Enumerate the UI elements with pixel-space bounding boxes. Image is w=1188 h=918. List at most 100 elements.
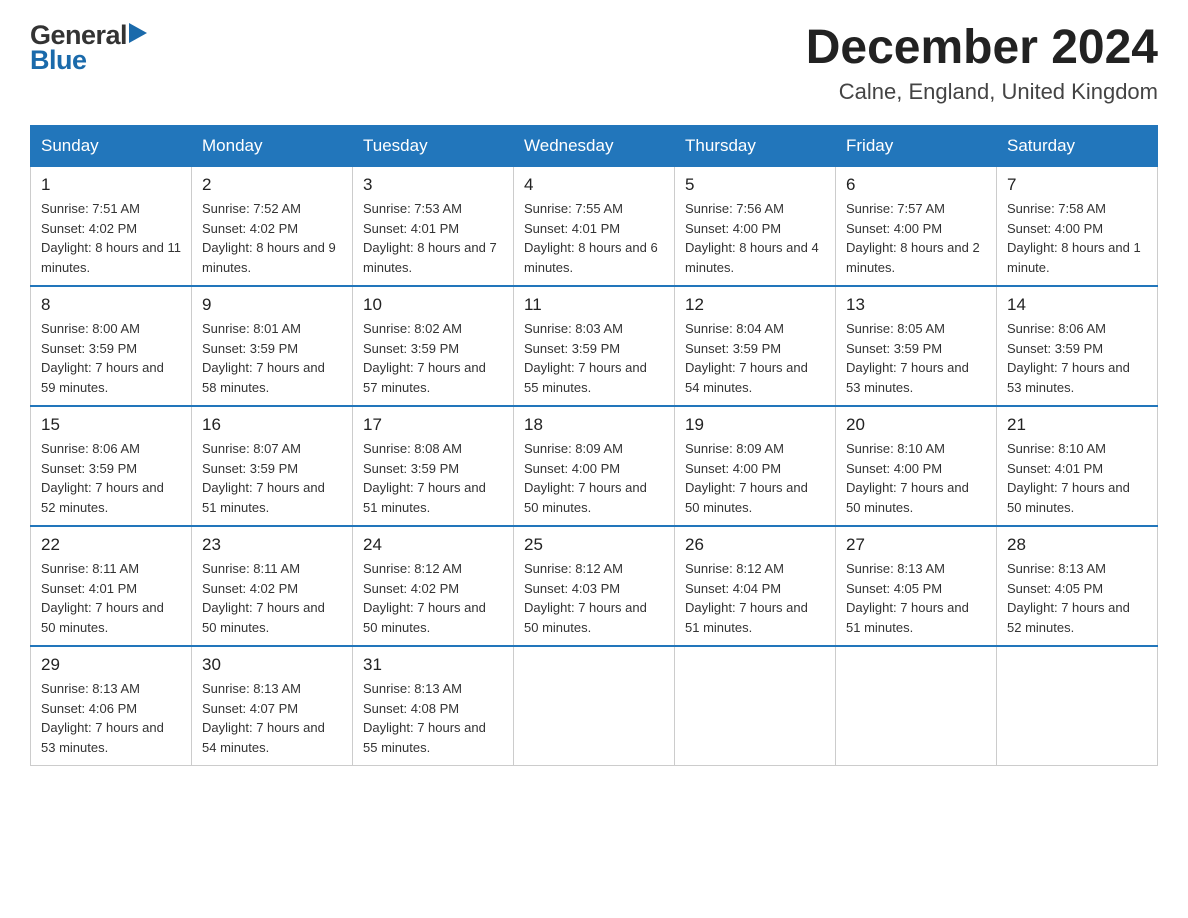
- day-number: 17: [363, 415, 503, 435]
- day-info: Sunrise: 7:56 AM Sunset: 4:00 PM Dayligh…: [685, 199, 825, 277]
- sunset-label: Sunset: 3:59 PM: [524, 341, 620, 356]
- day-number: 19: [685, 415, 825, 435]
- sunset-label: Sunset: 3:59 PM: [202, 461, 298, 476]
- daylight-label: Daylight: 8 hours and 2 minutes.: [846, 240, 980, 275]
- sunset-label: Sunset: 3:59 PM: [41, 341, 137, 356]
- daylight-label: Daylight: 7 hours and 51 minutes.: [202, 480, 325, 515]
- day-number: 1: [41, 175, 181, 195]
- sunrise-label: Sunrise: 8:08 AM: [363, 441, 462, 456]
- table-row: 22 Sunrise: 8:11 AM Sunset: 4:01 PM Dayl…: [31, 526, 192, 646]
- daylight-label: Daylight: 7 hours and 55 minutes.: [363, 720, 486, 755]
- logo: General Blue: [30, 20, 147, 76]
- sunset-label: Sunset: 4:02 PM: [202, 581, 298, 596]
- sunset-label: Sunset: 4:00 PM: [524, 461, 620, 476]
- day-info: Sunrise: 7:52 AM Sunset: 4:02 PM Dayligh…: [202, 199, 342, 277]
- col-friday: Friday: [836, 126, 997, 167]
- sunset-label: Sunset: 4:00 PM: [685, 221, 781, 236]
- sunset-label: Sunset: 4:01 PM: [524, 221, 620, 236]
- calendar-week-row: 8 Sunrise: 8:00 AM Sunset: 3:59 PM Dayli…: [31, 286, 1158, 406]
- table-row: 12 Sunrise: 8:04 AM Sunset: 3:59 PM Dayl…: [675, 286, 836, 406]
- col-wednesday: Wednesday: [514, 126, 675, 167]
- table-row: 20 Sunrise: 8:10 AM Sunset: 4:00 PM Dayl…: [836, 406, 997, 526]
- table-row: [675, 646, 836, 766]
- day-number: 10: [363, 295, 503, 315]
- sunset-label: Sunset: 4:00 PM: [846, 221, 942, 236]
- daylight-label: Daylight: 7 hours and 55 minutes.: [524, 360, 647, 395]
- table-row: 23 Sunrise: 8:11 AM Sunset: 4:02 PM Dayl…: [192, 526, 353, 646]
- sunrise-label: Sunrise: 8:09 AM: [685, 441, 784, 456]
- table-row: 13 Sunrise: 8:05 AM Sunset: 3:59 PM Dayl…: [836, 286, 997, 406]
- sunrise-label: Sunrise: 7:57 AM: [846, 201, 945, 216]
- day-info: Sunrise: 8:01 AM Sunset: 3:59 PM Dayligh…: [202, 319, 342, 397]
- table-row: 16 Sunrise: 8:07 AM Sunset: 3:59 PM Dayl…: [192, 406, 353, 526]
- day-info: Sunrise: 8:00 AM Sunset: 3:59 PM Dayligh…: [41, 319, 181, 397]
- table-row: 25 Sunrise: 8:12 AM Sunset: 4:03 PM Dayl…: [514, 526, 675, 646]
- sunset-label: Sunset: 4:00 PM: [685, 461, 781, 476]
- page-header: General Blue December 2024 Calne, Englan…: [30, 20, 1158, 105]
- sunset-label: Sunset: 3:59 PM: [202, 341, 298, 356]
- sunrise-label: Sunrise: 8:01 AM: [202, 321, 301, 336]
- day-info: Sunrise: 7:58 AM Sunset: 4:00 PM Dayligh…: [1007, 199, 1147, 277]
- daylight-label: Daylight: 8 hours and 4 minutes.: [685, 240, 819, 275]
- table-row: 1 Sunrise: 7:51 AM Sunset: 4:02 PM Dayli…: [31, 167, 192, 287]
- day-number: 22: [41, 535, 181, 555]
- sunset-label: Sunset: 4:06 PM: [41, 701, 137, 716]
- sunset-label: Sunset: 3:59 PM: [363, 461, 459, 476]
- calendar-table: Sunday Monday Tuesday Wednesday Thursday…: [30, 125, 1158, 766]
- sunrise-label: Sunrise: 8:13 AM: [1007, 561, 1106, 576]
- sunset-label: Sunset: 4:00 PM: [1007, 221, 1103, 236]
- day-number: 11: [524, 295, 664, 315]
- daylight-label: Daylight: 7 hours and 58 minutes.: [202, 360, 325, 395]
- sunrise-label: Sunrise: 7:52 AM: [202, 201, 301, 216]
- day-number: 8: [41, 295, 181, 315]
- day-info: Sunrise: 8:02 AM Sunset: 3:59 PM Dayligh…: [363, 319, 503, 397]
- day-number: 24: [363, 535, 503, 555]
- day-info: Sunrise: 8:12 AM Sunset: 4:02 PM Dayligh…: [363, 559, 503, 637]
- sunset-label: Sunset: 4:03 PM: [524, 581, 620, 596]
- sunset-label: Sunset: 4:01 PM: [41, 581, 137, 596]
- sunset-label: Sunset: 3:59 PM: [41, 461, 137, 476]
- sunrise-label: Sunrise: 8:00 AM: [41, 321, 140, 336]
- sunset-label: Sunset: 4:04 PM: [685, 581, 781, 596]
- sunset-label: Sunset: 4:05 PM: [846, 581, 942, 596]
- day-number: 9: [202, 295, 342, 315]
- day-number: 29: [41, 655, 181, 675]
- day-number: 27: [846, 535, 986, 555]
- table-row: 8 Sunrise: 8:00 AM Sunset: 3:59 PM Dayli…: [31, 286, 192, 406]
- sunrise-label: Sunrise: 7:55 AM: [524, 201, 623, 216]
- table-row: [836, 646, 997, 766]
- sunrise-label: Sunrise: 7:56 AM: [685, 201, 784, 216]
- day-number: 21: [1007, 415, 1147, 435]
- sunset-label: Sunset: 3:59 PM: [1007, 341, 1103, 356]
- col-tuesday: Tuesday: [353, 126, 514, 167]
- daylight-label: Daylight: 7 hours and 57 minutes.: [363, 360, 486, 395]
- table-row: 27 Sunrise: 8:13 AM Sunset: 4:05 PM Dayl…: [836, 526, 997, 646]
- col-saturday: Saturday: [997, 126, 1158, 167]
- sunrise-label: Sunrise: 8:03 AM: [524, 321, 623, 336]
- day-info: Sunrise: 8:08 AM Sunset: 3:59 PM Dayligh…: [363, 439, 503, 517]
- day-number: 30: [202, 655, 342, 675]
- sunrise-label: Sunrise: 8:13 AM: [846, 561, 945, 576]
- sunset-label: Sunset: 4:02 PM: [41, 221, 137, 236]
- table-row: 10 Sunrise: 8:02 AM Sunset: 3:59 PM Dayl…: [353, 286, 514, 406]
- day-number: 23: [202, 535, 342, 555]
- sunrise-label: Sunrise: 8:12 AM: [685, 561, 784, 576]
- logo-blue-text: Blue: [30, 45, 87, 76]
- day-number: 2: [202, 175, 342, 195]
- day-number: 15: [41, 415, 181, 435]
- day-info: Sunrise: 8:13 AM Sunset: 4:05 PM Dayligh…: [1007, 559, 1147, 637]
- calendar-title: December 2024: [806, 20, 1158, 75]
- col-monday: Monday: [192, 126, 353, 167]
- day-number: 5: [685, 175, 825, 195]
- day-number: 4: [524, 175, 664, 195]
- day-number: 20: [846, 415, 986, 435]
- col-sunday: Sunday: [31, 126, 192, 167]
- day-number: 31: [363, 655, 503, 675]
- day-info: Sunrise: 8:13 AM Sunset: 4:08 PM Dayligh…: [363, 679, 503, 757]
- daylight-label: Daylight: 7 hours and 54 minutes.: [202, 720, 325, 755]
- day-info: Sunrise: 8:12 AM Sunset: 4:04 PM Dayligh…: [685, 559, 825, 637]
- daylight-label: Daylight: 7 hours and 53 minutes.: [1007, 360, 1130, 395]
- sunrise-label: Sunrise: 7:51 AM: [41, 201, 140, 216]
- day-number: 25: [524, 535, 664, 555]
- sunset-label: Sunset: 4:02 PM: [202, 221, 298, 236]
